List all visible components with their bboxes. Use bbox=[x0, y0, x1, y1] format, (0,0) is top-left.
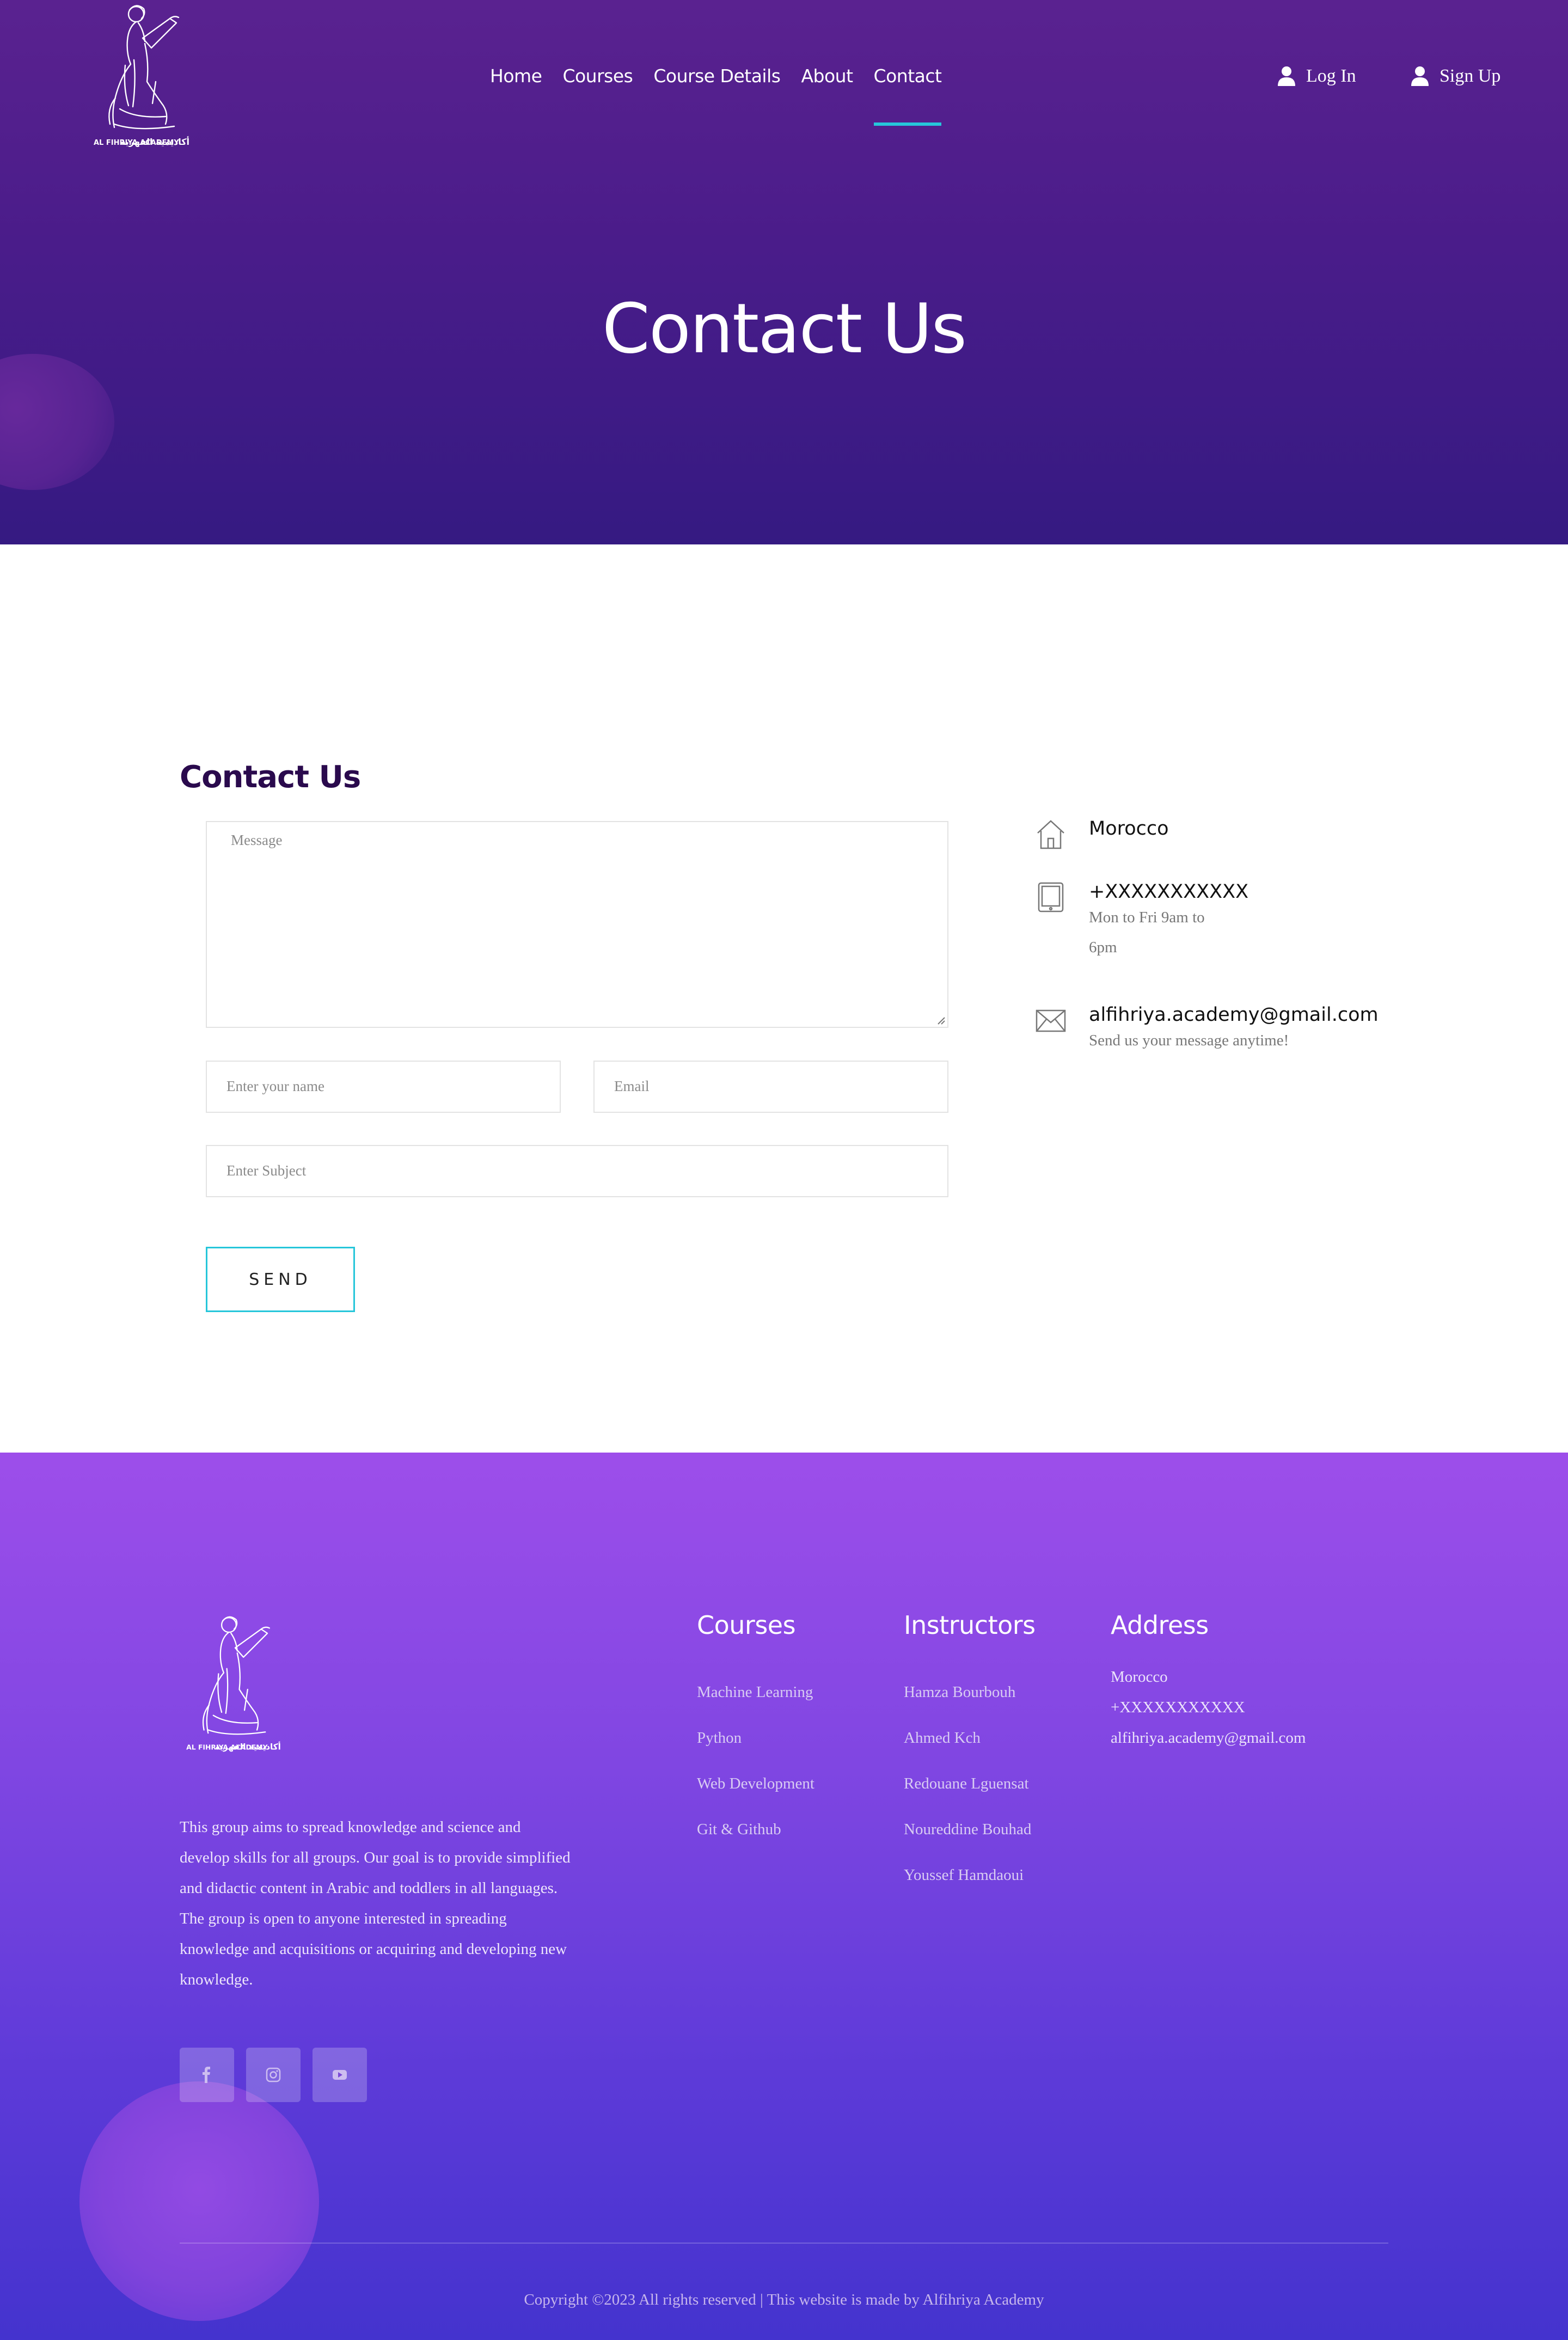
nav-home[interactable]: Home bbox=[490, 65, 542, 89]
nav-contact[interactable]: Contact bbox=[873, 65, 942, 126]
message-textarea[interactable]: Message bbox=[206, 821, 948, 1028]
svg-text:أكاديمية الفهرية: أكاديمية الفهرية bbox=[215, 1742, 281, 1752]
footer-courses-column: Courses Machine Learning Python Web Deve… bbox=[697, 1610, 814, 1866]
footer-about-text: This group aims to spread knowledge and … bbox=[180, 1818, 571, 1988]
name-placeholder: Enter your name bbox=[226, 1078, 324, 1094]
envelope-icon bbox=[1036, 1009, 1066, 1032]
contact-info-email: alfihriya.academy@gmail.com Send us your… bbox=[1034, 1004, 1379, 1056]
home-icon bbox=[1037, 820, 1064, 849]
email-note-text: Send us your message anytime! bbox=[1089, 1032, 1289, 1049]
instagram-icon bbox=[266, 2067, 281, 2082]
name-input[interactable]: Enter your name bbox=[206, 1061, 561, 1113]
youtube-link[interactable] bbox=[313, 2048, 367, 2102]
hero-header: AL FIHRIYA ACADEMY أكاديمية الفهرية Home… bbox=[0, 0, 1568, 544]
nav-about[interactable]: About bbox=[801, 65, 853, 89]
subject-placeholder: Enter Subject bbox=[226, 1162, 307, 1179]
copyright-text: Copyright ©2023 All rights reserved | Th… bbox=[524, 2291, 1044, 2308]
contact-info-phone: +XXXXXXXXXXX Mon to Fri 9am to 6pm bbox=[1034, 881, 1248, 963]
email-placeholder: Email bbox=[614, 1078, 650, 1094]
footer-course-link[interactable]: Machine Learning bbox=[697, 1683, 814, 1729]
address-text: Morocco bbox=[1089, 818, 1169, 840]
subject-input[interactable]: Enter Subject bbox=[206, 1145, 948, 1197]
footer-instructor-link[interactable]: Youssef Hamdaoui bbox=[904, 1866, 1036, 1912]
site-footer: AL FIHRIYA ACADEMY أكاديمية الفهرية This… bbox=[0, 1453, 1568, 2340]
academy-logo-icon: AL FIHRIYA ACADEMY أكاديمية الفهرية bbox=[94, 5, 189, 147]
login-button[interactable]: Log In bbox=[1277, 65, 1356, 87]
footer-courses-title: Courses bbox=[697, 1610, 796, 1640]
site-logo[interactable]: AL FIHRIYA ACADEMY أكاديمية الفهرية bbox=[82, 0, 201, 163]
contact-info-address: Morocco bbox=[1034, 818, 1169, 850]
nav-courses[interactable]: Courses bbox=[562, 65, 633, 89]
contact-title: Contact Us bbox=[180, 759, 361, 795]
email-input[interactable]: Email bbox=[593, 1061, 948, 1113]
nav-course-details[interactable]: Course Details bbox=[653, 65, 781, 89]
youtube-icon bbox=[333, 2070, 347, 2080]
resize-handle-icon[interactable] bbox=[935, 1015, 945, 1025]
footer-address-country: Morocco bbox=[1111, 1668, 1168, 1686]
decorative-bubble bbox=[0, 354, 114, 490]
social-links bbox=[180, 2048, 367, 2102]
svg-text:أكاديمية الفهرية: أكاديمية الفهرية bbox=[120, 136, 189, 147]
footer-instructor-link[interactable]: Redouane Lguensat bbox=[904, 1775, 1036, 1821]
phone-hours-text: Mon to Fri 9am to 6pm bbox=[1089, 909, 1205, 956]
signup-label: Sign Up bbox=[1440, 66, 1501, 86]
footer-instructors-column: Instructors Hamza Bourbouh Ahmed Kch Red… bbox=[904, 1610, 1036, 1912]
send-button[interactable]: SEND bbox=[206, 1247, 355, 1312]
footer-address-phone: +XXXXXXXXXXX bbox=[1111, 1699, 1245, 1716]
decorative-bubble bbox=[79, 2081, 319, 2321]
footer-course-link[interactable]: Web Development bbox=[697, 1775, 814, 1821]
footer-instructor-link[interactable]: Ahmed Kch bbox=[904, 1729, 1036, 1775]
academy-logo-icon: AL FIHRIYA ACADEMY أكاديمية الفهرية bbox=[186, 1616, 281, 1752]
hero-title: Contact Us bbox=[602, 289, 967, 369]
signup-button[interactable]: Sign Up bbox=[1410, 65, 1500, 87]
user-icon bbox=[1278, 66, 1295, 86]
footer-instructor-link[interactable]: Hamza Bourbouh bbox=[904, 1683, 1036, 1729]
tablet-icon bbox=[1038, 882, 1064, 912]
footer-instructors-title: Instructors bbox=[904, 1610, 1036, 1640]
footer-address-column: Address Morocco +XXXXXXXXXXX alfihriya.a… bbox=[1111, 1610, 1306, 1760]
facebook-icon bbox=[203, 2067, 210, 2083]
user-icon bbox=[1411, 66, 1429, 86]
footer-instructor-link[interactable]: Noureddine Bouhad bbox=[904, 1821, 1036, 1866]
footer-course-link[interactable]: Python bbox=[697, 1729, 814, 1775]
facebook-link[interactable] bbox=[180, 2048, 234, 2102]
phone-text: +XXXXXXXXXXX bbox=[1089, 881, 1249, 903]
footer-address-title: Address bbox=[1111, 1610, 1209, 1640]
footer-logo: AL FIHRIYA ACADEMY أكاديمية الفهرية bbox=[177, 1608, 291, 1771]
footer-address-email[interactable]: alfihriya.academy@gmail.com bbox=[1111, 1729, 1306, 1760]
email-text[interactable]: alfihriya.academy@gmail.com bbox=[1089, 1004, 1379, 1026]
footer-divider bbox=[180, 2243, 1388, 2244]
main-nav: Home Courses Course Details About Contac… bbox=[490, 65, 942, 126]
message-placeholder: Message bbox=[231, 832, 283, 848]
instagram-link[interactable] bbox=[246, 2048, 301, 2102]
footer-course-link[interactable]: Git & Github bbox=[697, 1821, 814, 1866]
login-label: Log In bbox=[1306, 66, 1356, 86]
